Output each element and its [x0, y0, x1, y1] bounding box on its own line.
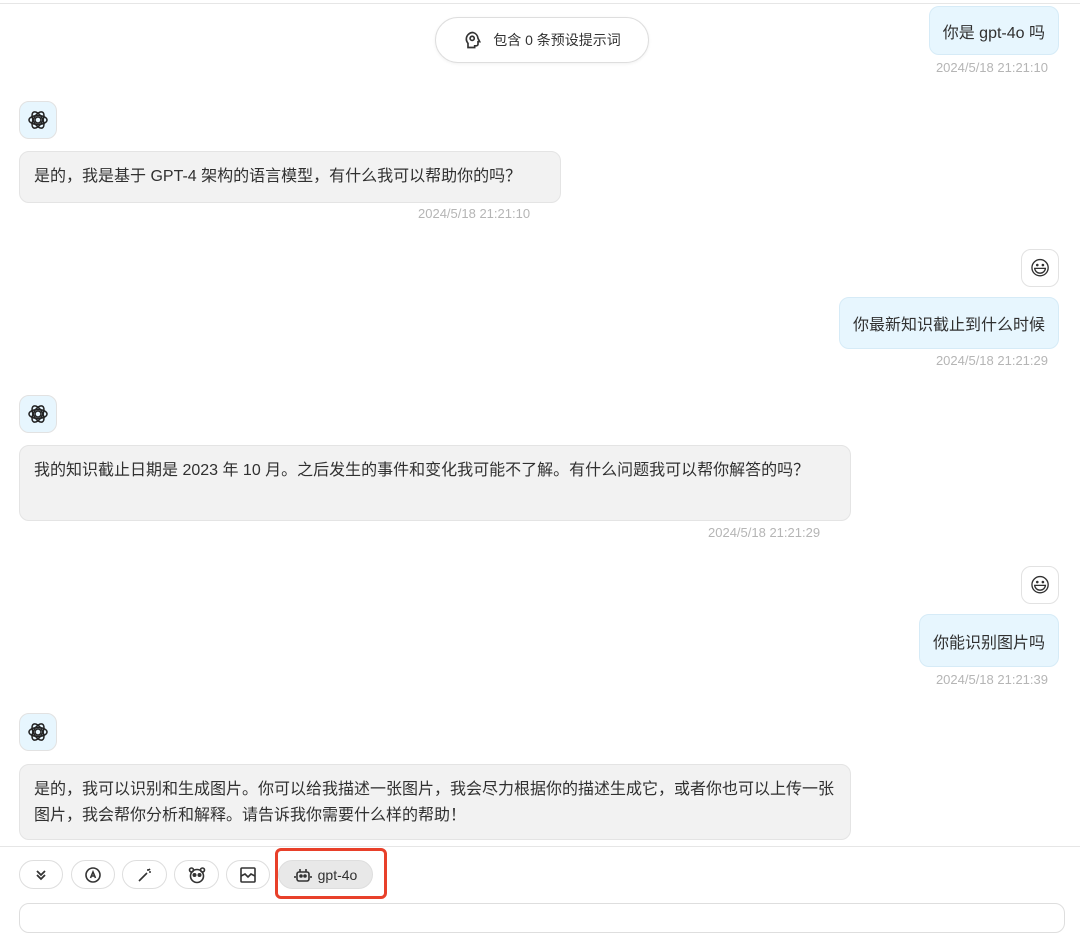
emoji-avatar: 😃 — [1029, 257, 1051, 280]
emoji-avatar: 😃 — [1029, 574, 1051, 597]
message-timestamp: 2024/5/18 21:21:10 — [418, 206, 531, 221]
clear-context-button[interactable] — [226, 860, 270, 889]
magic-wand-icon — [137, 867, 151, 882]
message-timestamp: 2024/5/18 21:21:29 — [935, 353, 1048, 368]
assistant-avatar — [19, 713, 57, 751]
brain-icon — [465, 31, 482, 49]
message-text: 你最新知识截止到什么时候 — [852, 317, 1045, 334]
assistant-avatar — [19, 101, 57, 139]
assistant-message: 是的，我是基于 GPT-4 架构的语言模型，有什么我可以帮助你的吗？ — [19, 151, 561, 203]
auto-theme-icon — [85, 866, 101, 883]
preset-prompts-button[interactable]: 包含 0 条预设提示词 — [435, 17, 649, 63]
assistant-message: 我的知识截止日期是 2023 年 10 月。之后发生的事件和变化我可能不了解。有… — [19, 445, 851, 521]
assistant-avatar — [19, 395, 57, 433]
user-message: 你是 gpt-4o 吗 — [928, 6, 1059, 55]
message-timestamp: 2024/5/18 21:21:10 — [935, 60, 1048, 75]
message-timestamp: 2024/5/18 21:21:39 — [935, 672, 1048, 687]
user-message: 你能识别图片吗 — [918, 614, 1059, 667]
message-text: 你是 gpt-4o 吗 — [942, 24, 1045, 42]
highlight-annotation — [275, 848, 387, 899]
user-avatar: 😃 — [1021, 249, 1059, 287]
chat-input[interactable] — [19, 903, 1065, 933]
panda-icon — [188, 866, 205, 883]
message-text: 是的，我可以识别和生成图片。你可以给我描述一张图片，我会尽力根据你的描述生成它，… — [34, 781, 835, 824]
prompt-button[interactable] — [122, 860, 167, 889]
user-message: 你最新知识截止到什么时候 — [838, 297, 1059, 349]
theme-button[interactable] — [71, 860, 115, 889]
openai-logo-icon — [28, 723, 48, 741]
user-avatar: 😃 — [1021, 566, 1059, 604]
top-divider — [0, 3, 1080, 4]
preset-prompts-label: 包含 0 条预设提示词 — [493, 32, 621, 48]
message-timestamp: 2024/5/18 21:21:29 — [708, 525, 821, 540]
message-text: 是的，我是基于 GPT-4 架构的语言模型，有什么我可以帮助你的吗？ — [34, 168, 522, 185]
input-divider — [0, 846, 1080, 847]
break-icon — [240, 866, 256, 883]
scroll-to-bottom-button[interactable] — [19, 860, 63, 889]
double-chevron-down-icon — [36, 869, 46, 880]
message-text: 你能识别图片吗 — [932, 634, 1045, 652]
assistant-message: 是的，我可以识别和生成图片。你可以给我描述一张图片，我会尽力根据你的描述生成它，… — [19, 764, 851, 840]
message-text: 我的知识截止日期是 2023 年 10 月。之后发生的事件和变化我可能不了解。有… — [34, 462, 810, 479]
openai-logo-icon — [28, 405, 48, 423]
openai-logo-icon — [28, 111, 48, 129]
mask-button[interactable] — [174, 860, 219, 889]
